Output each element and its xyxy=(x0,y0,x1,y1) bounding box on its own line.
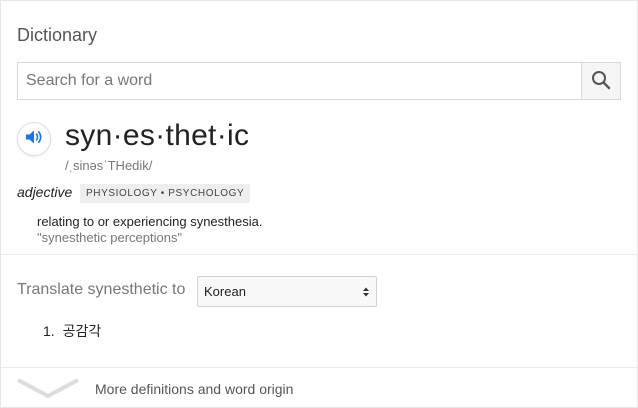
translation-number: 1. xyxy=(43,323,55,339)
select-arrows-icon xyxy=(362,286,370,298)
search-button[interactable] xyxy=(581,63,620,99)
search-box xyxy=(17,62,621,100)
example: "synesthetic perceptions" xyxy=(37,230,183,245)
speaker-icon xyxy=(25,129,43,150)
part-of-speech: adjective xyxy=(17,184,73,200)
language-select[interactable]: Korean xyxy=(197,276,377,307)
card-title: Dictionary xyxy=(17,25,98,45)
divider xyxy=(1,254,638,255)
search-input[interactable] xyxy=(18,63,581,99)
subject-labels: PHYSIOLOGY • PSYCHOLOGY xyxy=(80,184,251,203)
search-icon xyxy=(591,70,611,93)
translation-item: 1. 공감각 xyxy=(43,321,101,341)
phonetic: /ˌsinəsˈTHedik/ xyxy=(65,158,153,173)
dictionary-card: Dictionary syn·es·thet·ic /ˌsinəsˈTHedik… xyxy=(0,0,638,408)
headword: syn·es·thet·ic xyxy=(65,119,250,152)
translate-label: Translate synesthetic to xyxy=(17,281,186,298)
more-definitions-link[interactable]: More definitions and word origin xyxy=(95,381,293,397)
chevron-down-icon[interactable] xyxy=(15,376,81,405)
definition: relating to or experiencing synesthesia. xyxy=(37,214,263,229)
translation-text: 공감각 xyxy=(62,323,102,339)
divider xyxy=(1,367,638,368)
language-select-value: Korean xyxy=(204,284,246,299)
pronounce-button[interactable] xyxy=(17,122,51,156)
